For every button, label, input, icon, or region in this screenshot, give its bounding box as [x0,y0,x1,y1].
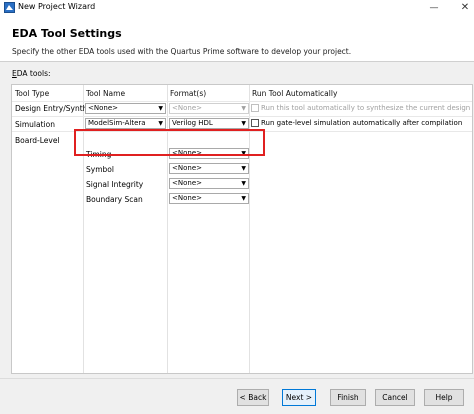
page-description: Specify the other EDA tools used with th… [12,47,352,56]
design-entry-run-checkbox [251,104,259,112]
board-tool-boundary-scan: Boundary Scan [86,195,143,204]
finish-button[interactable]: Finish [330,389,366,406]
window-title: New Project Wizard [18,2,96,11]
chevron-down-icon: ▼ [158,105,163,112]
cancel-button[interactable]: Cancel [375,389,415,406]
header-formats: Format(s) [170,89,207,98]
row-label-simulation: Simulation [15,120,55,129]
content-area: EDA tools: Tool Type Tool Name Format(s)… [0,62,474,378]
chevron-down-icon: ▼ [241,165,246,172]
simulation-highlight-box [74,129,265,156]
simulation-run-checkbox[interactable] [251,119,259,127]
simulation-tool-select[interactable]: ModelSim-Altera ▼ [85,118,166,129]
row-label-board-level: Board-Level [15,136,60,145]
design-entry-format-value: <None> [172,104,202,112]
symbol-format-select[interactable]: <None> ▼ [169,163,249,174]
design-entry-tool-select[interactable]: <None> ▼ [85,103,166,114]
chevron-down-icon: ▼ [241,120,246,127]
boundary-scan-format-value: <None> [172,194,202,202]
design-entry-run-label: Run this tool automatically to synthesiz… [261,104,471,112]
header-tool-type: Tool Type [15,89,50,98]
chevron-down-icon: ▼ [241,180,246,187]
row-divider [12,101,472,102]
title-bar: New Project Wizard — ✕ [0,0,474,16]
design-entry-tool-value: <None> [88,104,118,112]
eda-tools-table: Tool Type Tool Name Format(s) Run Tool A… [11,84,473,374]
help-button[interactable]: Help [424,389,464,406]
simulation-run-label: Run gate-level simulation automatically … [261,119,463,127]
wizard-footer: < Back Next > Finish Cancel Help [0,378,474,414]
design-entry-format-select: <None> ▼ [169,103,249,114]
board-tool-signal-integrity: Signal Integrity [86,180,144,189]
simulation-tool-value: ModelSim-Altera [88,119,146,127]
back-button[interactable]: < Back [237,389,269,406]
next-button[interactable]: Next > [282,389,316,406]
wizard-header: EDA Tool Settings Specify the other EDA … [0,16,474,62]
minimize-button[interactable]: — [429,3,439,13]
chevron-down-icon: ▼ [158,120,163,127]
row-divider [12,116,472,117]
header-tool-name: Tool Name [86,89,126,98]
signal-integrity-format-select[interactable]: <None> ▼ [169,178,249,189]
chevron-down-icon: ▼ [241,195,246,202]
wizard-app-icon [4,2,15,13]
eda-tools-label-rest: DA tools: [16,69,51,78]
simulation-format-value: Verilog HDL [172,119,213,127]
header-run-automatically: Run Tool Automatically [252,89,338,98]
chevron-down-icon: ▼ [241,105,246,112]
eda-tools-label: EDA tools: [12,69,51,78]
symbol-format-value: <None> [172,164,202,172]
boundary-scan-format-select[interactable]: <None> ▼ [169,193,249,204]
row-label-design-entry: Design Entry/Synth [15,104,88,113]
page-title: EDA Tool Settings [12,27,122,40]
close-button[interactable]: ✕ [459,2,471,14]
signal-integrity-format-value: <None> [172,179,202,187]
board-tool-symbol: Symbol [86,165,114,174]
simulation-format-select[interactable]: Verilog HDL ▼ [169,118,249,129]
